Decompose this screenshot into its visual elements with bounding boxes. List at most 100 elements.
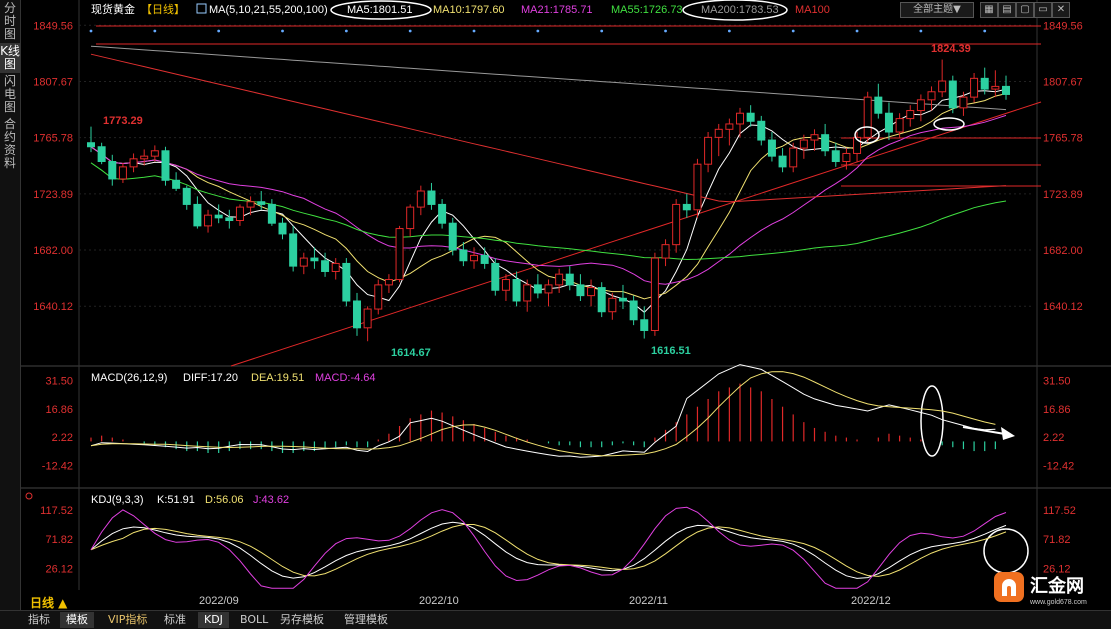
logo: 汇金网 www.gold678.com <box>990 568 1111 610</box>
sidebar-item-contract[interactable]: 合约资料 <box>0 116 20 172</box>
kdj-tick-right: 117.52 <box>1043 505 1076 517</box>
candle-body <box>204 214 213 227</box>
candle-body <box>608 297 617 313</box>
candle-body <box>289 233 298 267</box>
kdj-tick-left: 26.12 <box>45 563 73 575</box>
signal-dot <box>791 29 795 33</box>
ma55-value: MA55:1726.73 <box>611 4 683 16</box>
tab-templates[interactable]: 模板 <box>60 612 94 628</box>
candle-body <box>629 300 638 321</box>
price-tick-left: 1723.89 <box>33 189 73 201</box>
candle-body <box>108 161 117 180</box>
candle-body <box>118 166 127 180</box>
candle-body <box>544 284 553 294</box>
candle-body <box>225 217 234 222</box>
price-tick-right: 1849.56 <box>1043 20 1083 32</box>
tab-kdj[interactable]: KDJ <box>198 612 229 628</box>
signal-dot <box>536 29 540 33</box>
signal-dot <box>281 29 284 33</box>
signal-dot <box>344 29 348 33</box>
price-tick-left: 1849.56 <box>33 20 73 32</box>
tab-manage-templates[interactable]: 管理模板 <box>338 612 394 628</box>
macd-tick-left: 2.22 <box>52 432 73 444</box>
candle-body <box>140 155 149 160</box>
annotation-high-1: 1824.39 <box>931 43 971 55</box>
candle-body <box>172 179 181 189</box>
macd-tick-left: -12.42 <box>42 460 73 472</box>
price-axis: 1849.56 1849.56 1807.67 1807.67 1765.78 1765.… <box>33 20 1083 313</box>
candle-body <box>491 262 500 291</box>
close-icon[interactable]: ✕ <box>1052 2 1070 18</box>
grid-icon[interactable]: ▦ <box>980 2 998 18</box>
candle-body <box>331 262 340 272</box>
collapse-icon[interactable]: ▭ <box>1034 2 1052 18</box>
candles <box>87 59 1010 342</box>
signal-dot <box>89 29 93 33</box>
ma5-value: MA5:1801.51 <box>347 4 412 16</box>
x-axis-label: 2022/09 <box>199 595 239 607</box>
macd-title: MACD(26,12,9) <box>91 372 167 384</box>
macd-panel: MACD(26,12,9) DIFF:17.20 DEA:19.51 MACD:… <box>42 364 1074 472</box>
candle-body <box>799 139 808 149</box>
candle-body <box>246 201 255 208</box>
sidebar: 分时图 K线图 闪电图 合约资料 <box>0 0 21 628</box>
tile-icon[interactable]: ▤ <box>998 2 1016 18</box>
candle-body <box>342 262 351 302</box>
signal-dot <box>919 29 923 33</box>
period-button[interactable]: 日线 ▲ <box>30 594 67 611</box>
macd-value: MACD:-4.64 <box>315 372 376 384</box>
tab-boll[interactable]: BOLL <box>234 612 274 628</box>
candle-body <box>714 128 723 138</box>
signal-dot <box>664 29 667 33</box>
candle-body <box>895 118 904 133</box>
price-tick-left: 1765.78 <box>33 133 73 145</box>
signal-dot <box>727 29 731 33</box>
candle-body <box>129 158 138 168</box>
candle-body <box>927 91 936 101</box>
signal-dot <box>983 29 987 33</box>
ma21-value: MA21:1785.71 <box>521 4 593 16</box>
candle-body <box>672 203 681 246</box>
candle-body <box>352 300 361 329</box>
macd-tick-left: 31.50 <box>45 376 73 388</box>
candle-body <box>182 187 191 205</box>
tab-vip-indicators[interactable]: VIP指标 <box>102 612 153 628</box>
candle-body <box>235 206 244 222</box>
logo-name: 汇金网 <box>1030 575 1084 596</box>
highlight-circle-candle-2 <box>933 117 965 131</box>
candle-body <box>661 244 670 259</box>
candle-body <box>523 284 532 302</box>
sidebar-item-timeshare[interactable]: 分时图 <box>0 0 20 43</box>
tab-indicators[interactable]: 指标 <box>22 612 56 628</box>
chart-canvas[interactable]: 现货黄金 【日线】 MA(5,10,21,55,200,100) MA5:180… <box>21 0 1111 610</box>
theme-button[interactable]: 全部主题▼ <box>900 2 974 18</box>
tab-standard[interactable]: 标准 <box>158 612 192 628</box>
candle-body <box>842 152 851 163</box>
restore-icon[interactable]: ▢ <box>1016 2 1034 18</box>
sidebar-item-kline[interactable]: K线图 <box>0 43 20 73</box>
kdj-settings-icon[interactable] <box>25 492 33 500</box>
macd-diff: DIFF:17.20 <box>183 372 238 384</box>
sidebar-item-flash[interactable]: 闪电图 <box>0 73 20 116</box>
price-tick-right: 1640.12 <box>1043 301 1083 313</box>
candle-body <box>565 273 574 286</box>
candle-body <box>363 308 372 329</box>
kdj-d-line <box>90 524 1007 577</box>
ma100-value: MA100 <box>795 4 830 16</box>
signal-dot <box>408 29 412 33</box>
candle-body <box>778 155 787 168</box>
ma-label: MA(5,10,21,55,200,100) <box>209 4 328 16</box>
tab-save-template[interactable]: 另存模板 <box>274 612 330 628</box>
ma200-value: MA200:1783.53 <box>701 4 779 16</box>
annotations: 1824.39 1773.29 1614.67 1616.51 <box>103 43 971 359</box>
kdj-tick-left: 71.82 <box>45 534 73 546</box>
kdj-k: K:51.91 <box>157 494 195 506</box>
trend-lines <box>89 25 1042 367</box>
candle-body <box>682 203 691 211</box>
candle-body <box>395 228 404 281</box>
price-tick-left: 1807.67 <box>33 76 73 88</box>
candle-body <box>640 319 649 331</box>
ma21-line <box>90 114 1007 285</box>
candle-body <box>736 112 745 125</box>
ma-settings-icon[interactable] <box>196 3 207 14</box>
